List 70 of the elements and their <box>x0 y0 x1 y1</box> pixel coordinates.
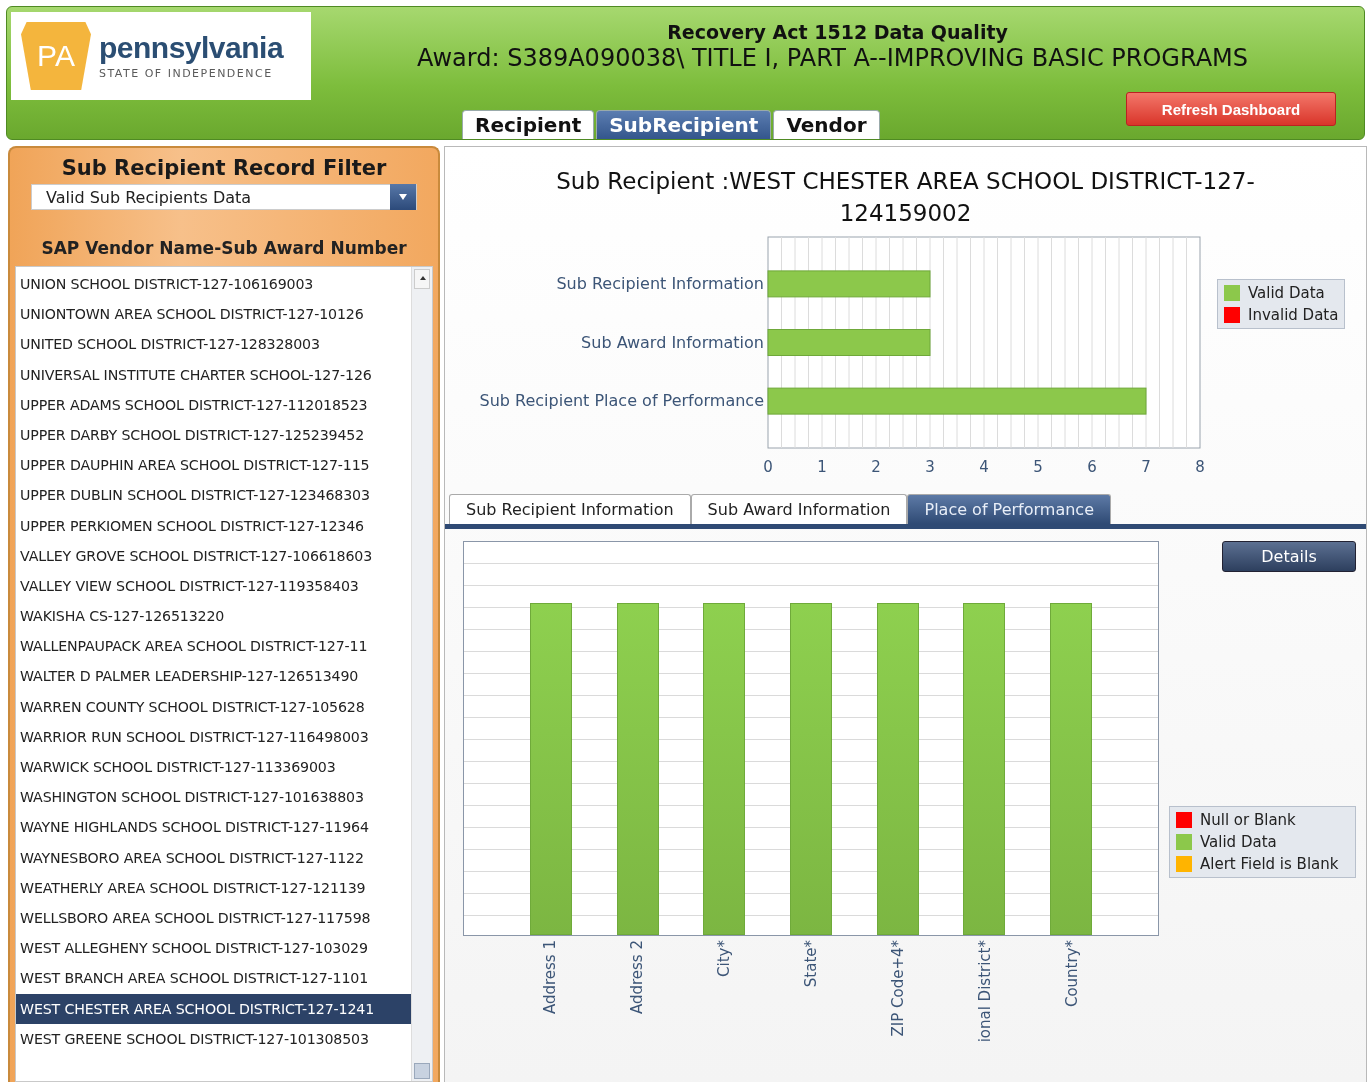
list-item[interactable]: WARRIOR RUN SCHOOL DISTRICT-127-116498003 <box>16 721 411 752</box>
list-item[interactable]: WAYNE HIGHLANDS SCHOOL DISTRICT-127-11964 <box>16 812 411 843</box>
axis-tick-label: 2 <box>871 458 881 476</box>
list-item[interactable]: WAKISHA CS-127-126513220 <box>16 601 411 632</box>
filter-title: Sub Recipient Record Filter <box>61 156 387 180</box>
legend-label: Null or Blank <box>1200 811 1296 829</box>
category-label: Sub Recipient Information <box>556 273 764 293</box>
list-item[interactable]: WASHINGTON SCHOOL DISTRICT-127-101638803 <box>16 782 411 813</box>
scrollbar-thumb[interactable] <box>414 1063 430 1079</box>
section-tab[interactable]: Sub Award Information <box>690 494 908 524</box>
list-item[interactable]: UNITED SCHOOL DISTRICT-127-128328003 <box>16 329 411 360</box>
list-item[interactable]: WAYNESBORO AREA SCHOOL DISTRICT-127-1122 <box>16 842 411 873</box>
list-item[interactable]: WELLSBORO AREA SCHOOL DISTRICT-127-117598 <box>16 902 411 934</box>
axis-tick-label: 3 <box>925 458 935 476</box>
list-item[interactable]: UNIONTOWN AREA SCHOOL DISTRICT-127-10126 <box>16 299 411 330</box>
list-item[interactable]: UPPER DARBY SCHOOL DISTRICT-127-125239452 <box>16 419 411 451</box>
details-button[interactable]: Details <box>1222 541 1356 572</box>
legend-label: Valid Data <box>1200 833 1277 851</box>
legend-label: Invalid Data <box>1248 306 1339 324</box>
axis-tick-label: 4 <box>979 458 989 476</box>
logo-tagline: STATE OF INDEPENDENCE <box>99 67 274 80</box>
logo-name: pennsylvania <box>99 32 284 64</box>
tab[interactable]: Vendor <box>773 110 880 139</box>
list-item[interactable]: UPPER DUBLIN SCHOOL DISTRICT-127-123468303 <box>16 480 411 511</box>
list-item[interactable]: VALLEY GROVE SCHOOL DISTRICT-127-106618603 <box>16 540 411 571</box>
list-item[interactable]: UNIVERSAL INSTITUTE CHARTER SCHOOL-127-126 <box>16 359 411 390</box>
list-item[interactable]: VALLEY VIEW SCHOOL DISTRICT-127-119358403 <box>16 570 411 602</box>
list-item[interactable]: WEST ALLEGHENY SCHOOL DISTRICT-127-103029 <box>16 933 411 964</box>
list-item[interactable]: UNION SCHOOL DISTRICT-127-106169003 <box>16 269 411 300</box>
axis-tick-label: 5 <box>1033 458 1043 476</box>
axis-category-label: Country* <box>1063 940 1081 1008</box>
axis-category-label: ZIP Code+4* <box>889 940 907 1037</box>
scrollbar[interactable] <box>411 267 432 1081</box>
scroll-up-icon[interactable] <box>414 269 430 289</box>
list-item[interactable]: WEST GREENE SCHOOL DISTRICT-127-101308503 <box>16 1023 411 1054</box>
axis-category-label: City* <box>715 940 733 977</box>
detail-title: Sub Recipient :WEST CHESTER AREA SCHOOL DISTRICT-127-124159002 <box>555 167 1256 228</box>
legend-label: Valid Data <box>1248 284 1325 302</box>
section-tab[interactable]: Sub Recipient Information <box>449 494 691 524</box>
award-title: Award: S389A090038\ TITLE I, PART A--IMPROVING BASIC PROGRAMS <box>417 44 1248 72</box>
list-item[interactable]: WALTER D PALMER LEADERSHIP-127-126513490 <box>16 661 411 692</box>
logo-mark-text: PA <box>37 41 75 71</box>
axis-tick-label: 8 <box>1195 458 1205 476</box>
list-item[interactable]: WARREN COUNTY SCHOOL DISTRICT-127-105628 <box>16 691 411 722</box>
axis-tick-label: 7 <box>1141 458 1151 476</box>
axis-tick-label: 6 <box>1087 458 1097 476</box>
axis-category-label: State* <box>802 940 820 988</box>
section-tab[interactable]: Place of Performance <box>907 494 1111 524</box>
axis-tick-label: 0 <box>763 458 773 476</box>
list-item[interactable]: UPPER PERKIOMEN SCHOOL DISTRICT-127-12346 <box>16 510 411 541</box>
tab[interactable]: SubRecipient <box>596 110 772 139</box>
category-label: Sub Award Information <box>581 332 764 352</box>
tab[interactable]: Recipient <box>462 110 595 139</box>
filter-dropdown[interactable]: Valid Sub Recipients Data <box>31 184 417 210</box>
axis-category-label: Address 1 <box>541 940 559 1015</box>
list-item[interactable]: WALLENPAUPACK AREA SCHOOL DISTRICT-127-11 <box>16 631 411 662</box>
list-heading: SAP Vendor Name-Sub Award Number <box>41 238 407 258</box>
axis-category-label: Address 2 <box>628 940 646 1015</box>
list-item[interactable]: WEATHERLY AREA SCHOOL DISTRICT-127-121139 <box>16 872 411 903</box>
list-item[interactable]: WEST BRANCH AREA SCHOOL DISTRICT-127-1101 <box>16 963 411 994</box>
legend-label: Alert Field is Blank <box>1200 855 1339 873</box>
app-title: Recovery Act 1512 Data Quality <box>667 20 1008 44</box>
list-item[interactable]: UPPER DAUPHIN AREA SCHOOL DISTRICT-127-115 <box>16 450 411 481</box>
axis-category-label: ional District* <box>976 940 994 1043</box>
list-item[interactable]: WEST CHESTER AREA SCHOOL DISTRICT-127-1241 <box>16 993 411 1024</box>
axis-tick-label: 1 <box>817 458 827 476</box>
list-item[interactable]: WARWICK SCHOOL DISTRICT-127-113369003 <box>16 752 411 783</box>
refresh-dashboard-button[interactable]: Refresh Dashboard <box>1126 92 1336 126</box>
list-item[interactable]: UPPER ADAMS SCHOOL DISTRICT-127-112018523 <box>16 389 411 420</box>
category-label: Sub Recipient Place of Performance <box>479 391 764 411</box>
